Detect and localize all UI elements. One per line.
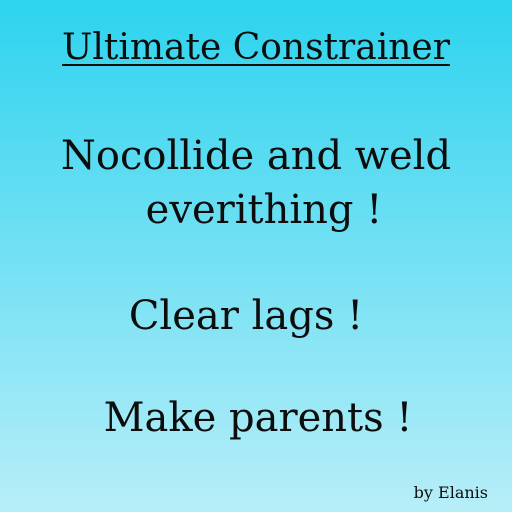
- feature-line-make-parents: Make parents !: [103, 395, 413, 441]
- feature-line-everithing: everithing !: [145, 187, 383, 233]
- title: Ultimate Constrainer: [0, 30, 512, 66]
- feature-line-nocollide: Nocollide and weld: [60, 133, 452, 179]
- feature-line-clear-lags: Clear lags !: [128, 293, 364, 339]
- title-text: Ultimate Constrainer: [62, 27, 450, 68]
- author-credit: by Elanis: [413, 483, 488, 502]
